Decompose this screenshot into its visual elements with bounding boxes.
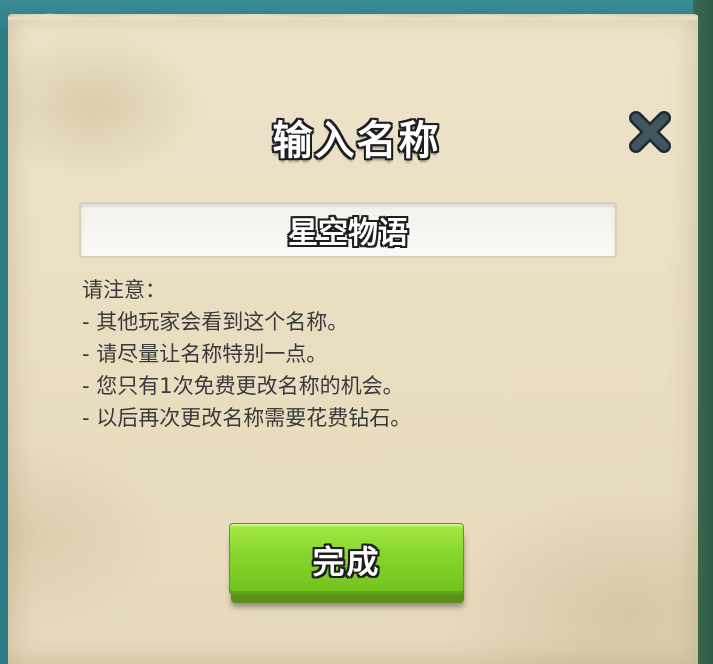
dialog-title: 输入名称 bbox=[272, 118, 441, 164]
close-x-icon bbox=[629, 111, 671, 153]
notice-item: - 其他玩家会看到这个名称。 bbox=[82, 310, 349, 334]
notice-text: 请注意： - 其他玩家会看到这个名称。 - 请尽量让名称特别一点。 - 您只有1… bbox=[82, 274, 642, 434]
name-input[interactable] bbox=[79, 202, 617, 258]
notice-heading: 请注意： bbox=[82, 278, 166, 302]
done-button[interactable]: 完成 bbox=[229, 523, 464, 603]
notice-item: - 以后再次更改名称需要花费钻石。 bbox=[82, 406, 412, 430]
close-button[interactable] bbox=[626, 108, 674, 156]
done-button-label: 完成 bbox=[312, 543, 381, 581]
notice-item: - 请尽量让名称特别一点。 bbox=[82, 342, 328, 366]
notice-item: - 您只有1次免费更改名称的机会。 bbox=[82, 374, 404, 398]
